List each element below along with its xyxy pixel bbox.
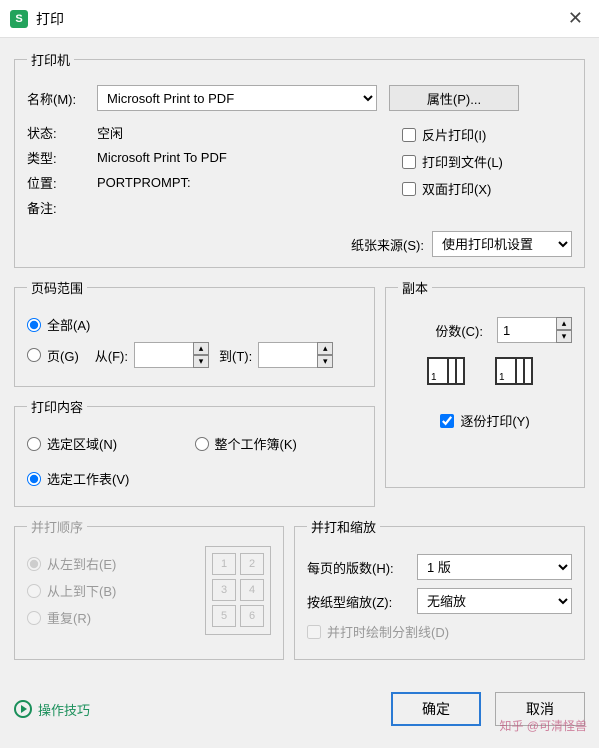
sequence-legend: 并打顺序 — [27, 517, 87, 536]
layout-legend: 并打和缩放 — [307, 517, 380, 536]
scale-select[interactable]: 无缩放 — [417, 588, 572, 614]
copies-group: 副本 份数(C): ▴▾ 321 321 逐份打印(Y) — [385, 278, 585, 488]
repeat-radio: 重复(R) — [27, 608, 195, 627]
draw-lines-checkbox: 并打时绘制分割线(D) — [307, 622, 572, 641]
printer-group: 打印机 名称(M): Microsoft Print to PDF 属性(P).… — [14, 50, 585, 268]
range-pages-radio[interactable]: 页(G) — [27, 346, 79, 365]
status-label: 状态: — [27, 123, 97, 142]
workbook-radio[interactable]: 整个工作簿(K) — [195, 434, 363, 453]
reverse-print-checkbox[interactable]: 反片打印(I) — [402, 125, 572, 144]
printer-legend: 打印机 — [27, 50, 74, 69]
print-to-file-checkbox[interactable]: 打印到文件(L) — [402, 152, 572, 171]
to-spinner[interactable]: ▴▾ — [317, 342, 333, 368]
ok-button[interactable]: 确定 — [391, 692, 481, 726]
close-icon[interactable]: ✕ — [562, 8, 589, 29]
per-page-select[interactable]: 1 版 — [417, 554, 572, 580]
sequence-group: 并打顺序 从左到右(E) 从上到下(B) 重复(R) 12 34 56 — [14, 517, 284, 660]
app-icon: S — [10, 10, 28, 28]
range-all-radio[interactable]: 全部(A) — [27, 315, 362, 334]
copies-spinner[interactable]: ▴▾ — [556, 317, 572, 343]
ltr-radio: 从左到右(E) — [27, 554, 195, 573]
from-label: 从(F): — [95, 346, 128, 365]
status-value: 空闲 — [97, 123, 123, 142]
selected-area-radio[interactable]: 选定区域(N) — [27, 434, 195, 453]
collate-icons: 321 321 — [398, 357, 572, 397]
copies-input[interactable] — [497, 317, 557, 343]
selected-sheet-radio[interactable]: 选定工作表(V) — [27, 469, 195, 488]
paper-source-select[interactable]: 使用打印机设置 — [432, 231, 572, 257]
layout-group: 并打和缩放 每页的版数(H): 1 版 按纸型缩放(Z): 无缩放 并打时绘制分… — [294, 517, 585, 660]
location-label: 位置: — [27, 173, 97, 192]
ttb-radio: 从上到下(B) — [27, 581, 195, 600]
page-range-legend: 页码范围 — [27, 278, 87, 297]
print-content-group: 打印内容 选定区域(N) 整个工作簿(K) 选定工作表(V) — [14, 397, 375, 507]
from-spinner[interactable]: ▴▾ — [193, 342, 209, 368]
copies-label: 份数(C): — [435, 321, 483, 340]
dialog-title: 打印 — [36, 9, 562, 29]
per-page-label: 每页的版数(H): — [307, 558, 417, 577]
copies-legend: 副本 — [398, 278, 432, 297]
tips-link[interactable]: 操作技巧 — [14, 700, 90, 719]
to-input[interactable] — [258, 342, 318, 368]
page-range-group: 页码范围 全部(A) 页(G) 从(F): ▴▾ 到(T): ▴▾ — [14, 278, 375, 387]
from-input[interactable] — [134, 342, 194, 368]
type-label: 类型: — [27, 148, 97, 167]
print-content-legend: 打印内容 — [27, 397, 87, 416]
cancel-button[interactable]: 取消 — [495, 692, 585, 726]
duplex-checkbox[interactable]: 双面打印(X) — [402, 179, 572, 198]
properties-button[interactable]: 属性(P)... — [389, 85, 519, 111]
name-label: 名称(M): — [27, 89, 97, 108]
sequence-preview-icon: 12 34 56 — [205, 546, 271, 635]
type-value: Microsoft Print To PDF — [97, 150, 227, 165]
play-icon — [14, 700, 32, 718]
collate-checkbox[interactable]: 逐份打印(Y) — [398, 411, 572, 430]
remark-label: 备注: — [27, 198, 97, 217]
paper-source-label: 纸张来源(S): — [351, 235, 424, 254]
to-label: 到(T): — [219, 346, 252, 365]
location-value: PORTPROMPT: — [97, 175, 191, 190]
scale-label: 按纸型缩放(Z): — [307, 592, 417, 611]
printer-name-select[interactable]: Microsoft Print to PDF — [97, 85, 377, 111]
